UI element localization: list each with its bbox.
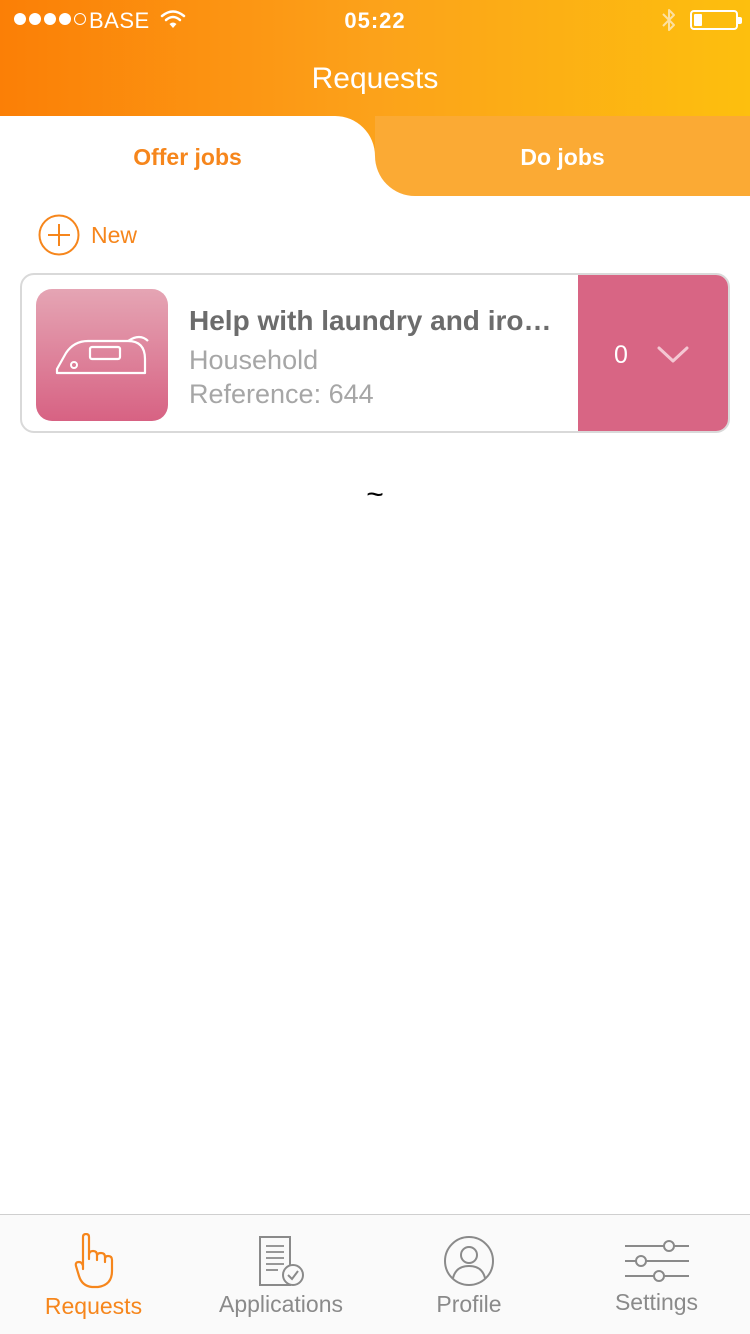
tab-do-jobs-background: Do jobs bbox=[375, 116, 750, 196]
job-card[interactable]: Help with laundry and iro… Household Ref… bbox=[20, 273, 730, 433]
tabbar-applications-label: Applications bbox=[218, 1291, 344, 1317]
pointing-hand-icon bbox=[74, 1233, 113, 1289]
job-reference: Reference: 644 bbox=[189, 379, 374, 410]
job-expand-button[interactable]: 0 bbox=[578, 275, 728, 431]
new-request-button[interactable]: New bbox=[38, 213, 137, 257]
header: BASE 05:22 Requests Offer jobs Do jobs bbox=[0, 0, 750, 196]
job-thumbnail bbox=[36, 289, 168, 421]
tab-offer-jobs-label: Offer jobs bbox=[133, 144, 242, 170]
tabbar-settings[interactable]: Settings bbox=[563, 1215, 750, 1334]
bluetooth-icon bbox=[662, 9, 675, 31]
chevron-down-icon bbox=[657, 346, 689, 363]
page-title: Requests bbox=[311, 62, 439, 95]
tabbar-requests-label: Requests bbox=[44, 1293, 143, 1319]
iron-icon bbox=[55, 335, 149, 375]
segment-control: Offer jobs Do jobs bbox=[0, 116, 750, 196]
sliders-icon bbox=[624, 1240, 689, 1282]
battery-icon bbox=[690, 10, 742, 30]
job-category: Household bbox=[189, 345, 319, 375]
tabbar-settings-label: Settings bbox=[614, 1289, 699, 1315]
job-reference-value: 644 bbox=[328, 379, 374, 409]
tab-bar: Requests Applications Profile Settings bbox=[0, 1214, 750, 1334]
job-applicant-count: 0 bbox=[614, 341, 628, 369]
tabbar-profile-label: Profile bbox=[436, 1291, 502, 1317]
loading-indicator: ~ bbox=[366, 478, 384, 511]
job-title: Help with laundry and iro… bbox=[189, 305, 552, 336]
tab-do-jobs-label: Do jobs bbox=[520, 144, 605, 170]
new-request-label: New bbox=[91, 221, 138, 248]
add-circle-icon bbox=[38, 214, 80, 256]
document-check-icon bbox=[259, 1236, 304, 1286]
tabbar-applications[interactable]: Applications bbox=[187, 1215, 375, 1334]
tab-do-jobs[interactable]: Do jobs bbox=[375, 116, 750, 196]
person-circle-icon bbox=[444, 1236, 494, 1286]
tab-offer-jobs[interactable]: Offer jobs bbox=[0, 116, 375, 196]
tabbar-profile[interactable]: Profile bbox=[375, 1215, 563, 1334]
status-time: 05:22 bbox=[344, 8, 406, 33]
status-bar: BASE 05:22 bbox=[0, 0, 750, 40]
tabbar-requests[interactable]: Requests bbox=[0, 1215, 187, 1334]
job-reference-label: Reference: bbox=[189, 379, 329, 409]
